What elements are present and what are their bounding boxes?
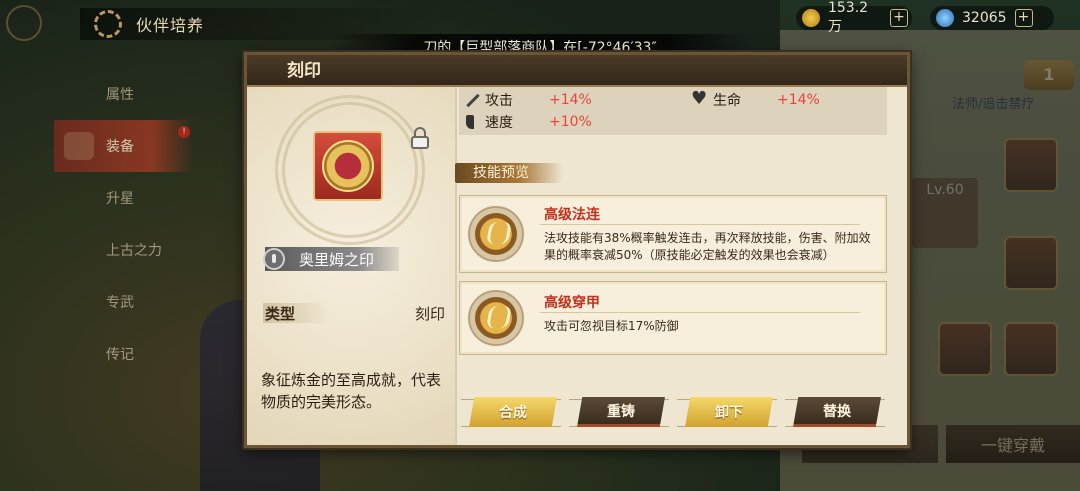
item-description: 象征炼金的至高成就，代表物质的完美形态。 xyxy=(261,371,442,411)
skill-icon xyxy=(468,206,524,262)
skill-icon xyxy=(468,290,524,346)
sidebar-item-label: 升星 xyxy=(106,191,134,207)
stat-row: 攻击 +14% xyxy=(463,89,592,111)
stat-row: 速度 +10% xyxy=(463,111,592,133)
boot-icon xyxy=(463,113,481,131)
sidebar-item-label: 属性 xyxy=(106,87,134,103)
sidebar-item-label: 传记 xyxy=(106,347,134,363)
type-value: 刻印 xyxy=(414,305,445,323)
dialog-title: 刻印 xyxy=(247,55,907,87)
unequip-button[interactable]: 卸下 xyxy=(685,397,773,427)
item-type-row: 类型 刻印 xyxy=(259,301,445,325)
type-label: 类型 xyxy=(263,303,329,323)
gold-icon xyxy=(802,9,820,27)
item-name-bar: 奥里姆之印 xyxy=(263,247,399,271)
gem-resource: 32065 + xyxy=(930,6,1054,30)
compose-button[interactable]: 合成 xyxy=(469,397,557,427)
back-button[interactable] xyxy=(0,0,50,46)
inscription-item-icon xyxy=(313,131,383,201)
stat-value: +10% xyxy=(549,114,592,130)
page-title: 伙伴培养 xyxy=(136,16,205,35)
skill-description: 攻击可忽视目标17%防御 xyxy=(544,319,679,333)
keyhole-icon xyxy=(263,248,285,270)
add-gold-button[interactable]: + xyxy=(890,9,908,27)
add-gem-button[interactable]: + xyxy=(1014,9,1033,27)
sidebar: 属性 装备 ! 升星 上古之力 专武 传记 xyxy=(54,68,194,380)
divider xyxy=(540,312,860,313)
sidebar-item-label: 专武 xyxy=(106,295,134,311)
skill-name: 高级穿甲 xyxy=(544,295,600,311)
divider xyxy=(455,87,457,445)
stat-name: 速度 xyxy=(485,115,513,131)
inscription-dialog: 刻印 奥里姆之印 类型 刻印 象征炼金的至高成就，代表物质的完美形态。 攻击 +… xyxy=(244,52,910,448)
sidebar-item-equipment[interactable]: 装备 ! xyxy=(54,120,194,172)
item-name: 奥里姆之印 xyxy=(299,250,375,269)
stats-panel: 攻击 +14% 生命 +14% 速度 +10% xyxy=(459,87,887,135)
sidebar-item-star-up[interactable]: 升星 xyxy=(54,172,194,224)
sword-icon xyxy=(463,91,481,109)
divider xyxy=(540,224,860,225)
skill-name: 高级法连 xyxy=(544,207,600,223)
gold-amount: 153.2万 xyxy=(827,0,869,35)
stat-value: +14% xyxy=(777,92,820,108)
back-icon xyxy=(6,5,42,41)
notification-badge: ! xyxy=(178,126,190,138)
stat-value: +14% xyxy=(549,92,592,108)
gold-resource: 153.2万 + xyxy=(796,0,912,35)
heart-icon xyxy=(691,88,709,109)
gem-icon xyxy=(936,9,954,27)
stat-name: 生命 xyxy=(713,93,741,109)
medal-icon xyxy=(322,140,374,192)
gem-amount: 32065 xyxy=(962,10,1007,26)
gear-icon xyxy=(94,10,122,38)
sidebar-item-label: 装备 xyxy=(106,139,134,155)
sidebar-item-exclusive-weapon[interactable]: 专武 xyxy=(54,276,194,328)
equipment-icon xyxy=(64,132,94,160)
skill-preview-label: 技能预览 xyxy=(455,163,563,183)
sidebar-item-attributes[interactable]: 属性 xyxy=(54,68,194,120)
lock-icon[interactable] xyxy=(411,127,429,149)
stat-name: 攻击 xyxy=(485,93,513,109)
sidebar-item-ancient-power[interactable]: 上古之力 xyxy=(54,224,194,276)
stat-row: 生命 +14% xyxy=(691,88,820,111)
replace-button[interactable]: 替换 xyxy=(793,397,881,427)
recast-button[interactable]: 重铸 xyxy=(577,397,665,427)
skill-card[interactable]: 高级法连 法攻技能有38%概率触发连击，再次释放技能，伤害、附加效果的概率衰减5… xyxy=(459,195,887,273)
sidebar-item-biography[interactable]: 传记 xyxy=(54,328,194,380)
skill-description: 法攻技能有38%概率触发连击，再次释放技能，伤害、附加效果的概率衰减50%（原技… xyxy=(544,231,871,262)
item-info-panel: 奥里姆之印 类型 刻印 象征炼金的至高成就，代表物质的完美形态。 xyxy=(247,87,455,445)
skill-card[interactable]: 高级穿甲 攻击可忽视目标17%防御 xyxy=(459,281,887,355)
sidebar-item-label: 上古之力 xyxy=(106,243,162,259)
